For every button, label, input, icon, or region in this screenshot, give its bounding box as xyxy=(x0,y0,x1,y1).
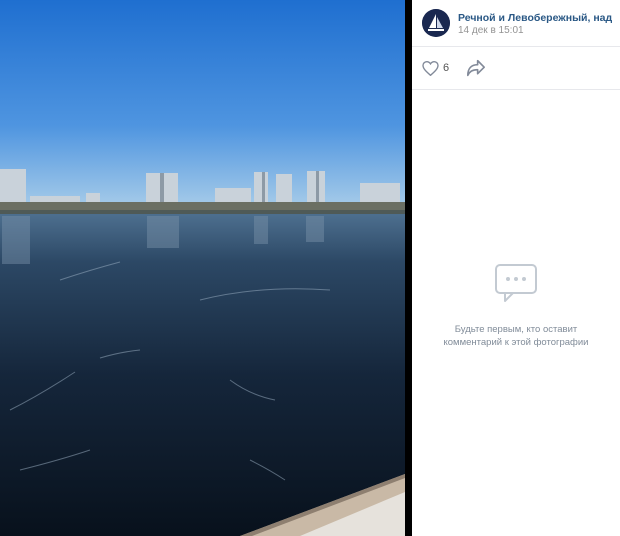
comments-empty-line2: комментарий к этой фотографии xyxy=(443,337,589,348)
community-name-link[interactable]: Речной и Левобережный, надень ... xyxy=(458,12,612,24)
comments-empty-state: Будьте первым, кто оставит комментарий к… xyxy=(412,262,620,349)
heart-icon xyxy=(422,60,439,76)
sailboat-logo-icon xyxy=(422,9,450,37)
like-count: 6 xyxy=(443,62,450,74)
comments-empty-line1: Будьте первым, кто оставит xyxy=(454,324,578,335)
post-date[interactable]: 14 дек в 15:01 xyxy=(458,25,524,36)
photo-image xyxy=(0,0,405,536)
post-header: Речной и Левобережный, надень ... 14 дек… xyxy=(412,0,620,47)
like-button[interactable]: 6 xyxy=(422,59,449,77)
comments-empty-text: Будьте первым, кто оставит комментарий к… xyxy=(412,323,620,349)
photo-viewer[interactable] xyxy=(0,0,405,536)
comments-bubble-icon xyxy=(495,264,537,302)
post-sidebar: Речной и Левобережный, надень ... 14 дек… xyxy=(412,0,620,536)
community-avatar[interactable] xyxy=(422,9,450,37)
share-button[interactable] xyxy=(466,59,486,77)
share-arrow-icon xyxy=(467,59,485,77)
post-actions: 6 xyxy=(412,47,620,90)
